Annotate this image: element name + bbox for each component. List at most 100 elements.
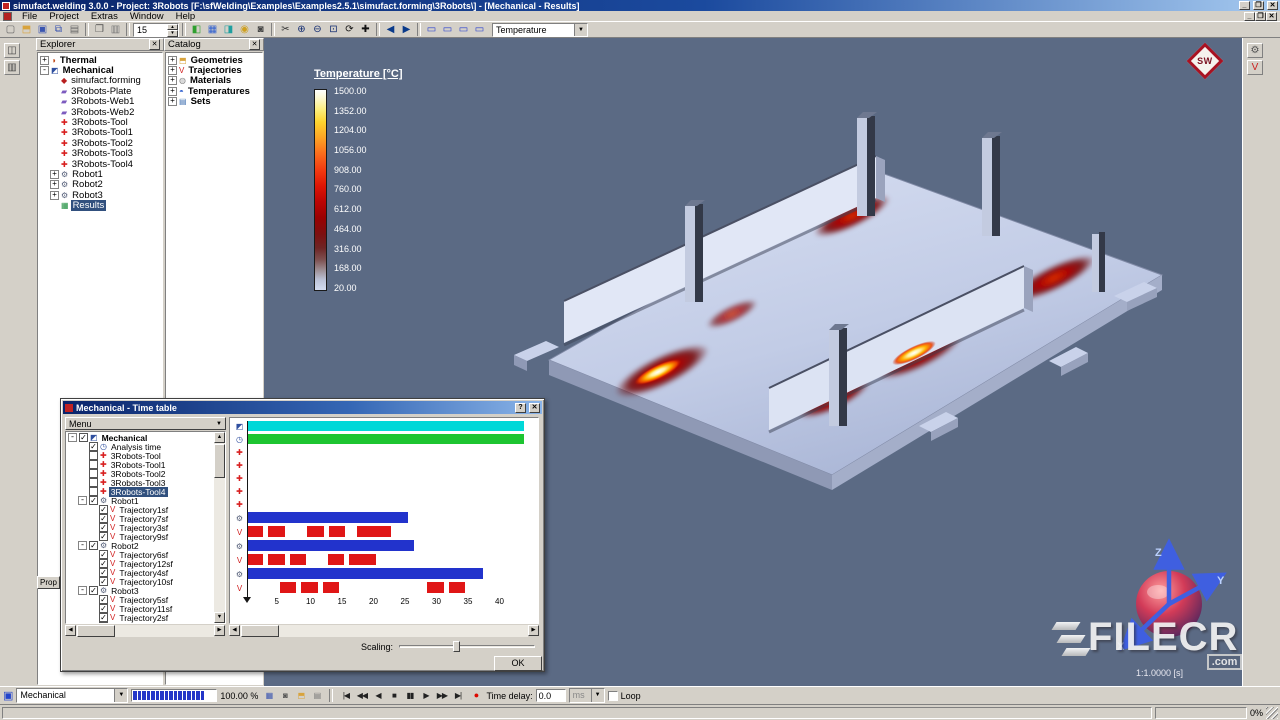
checkbox[interactable]: ✓	[99, 550, 108, 559]
spin-down-icon[interactable]: ▼	[167, 30, 178, 37]
expand-icon[interactable]: +	[168, 87, 177, 96]
pan-view-icon[interactable]: ✚	[358, 23, 373, 37]
expand-icon[interactable]: +	[168, 66, 177, 75]
scroll-up-icon[interactable]: ▲	[214, 432, 225, 443]
gantt-bar[interactable]	[328, 554, 344, 565]
timetable-menu-button[interactable]: Menu ▼	[65, 417, 226, 430]
timetable-window[interactable]: Mechanical - Time table ? ✕ Menu ▼ -✓◩Me…	[60, 398, 545, 672]
gantt-bar[interactable]	[247, 434, 524, 444]
prev-increment-icon[interactable]: ◀	[383, 23, 398, 37]
paste-icon[interactable]: ▥	[108, 23, 123, 37]
explorer-item-3robots-tool2[interactable]: ✚3Robots-Tool2	[39, 138, 162, 148]
expand-icon[interactable]: +	[50, 191, 59, 200]
explorer-item-simufact-forming[interactable]: ◆simufact.forming	[39, 76, 162, 86]
mdi-close-button[interactable]: ✕	[1266, 12, 1277, 21]
explorer-item-robot3[interactable]: +⚙Robot3	[39, 190, 162, 200]
loop-checkbox[interactable]	[608, 691, 618, 701]
grid-view-icon[interactable]: ▦	[261, 689, 276, 703]
increment-combo[interactable]: 15▲▼	[133, 23, 179, 37]
resize-grip[interactable]	[1266, 707, 1278, 719]
checkbox[interactable]: ✓	[99, 532, 108, 541]
clip-plane-z-icon[interactable]: ▭	[456, 23, 471, 37]
gantt-bar[interactable]	[349, 554, 375, 565]
expand-icon[interactable]: +	[168, 76, 177, 85]
properties-tab[interactable]: Prop	[37, 576, 60, 589]
close-button[interactable]: ✕	[1267, 1, 1278, 10]
explorer-item-mechanical[interactable]: -◩Mechanical	[39, 65, 162, 75]
explorer-item-robot1[interactable]: +⚙Robot1	[39, 169, 162, 179]
gantt-bar[interactable]	[247, 512, 408, 523]
explorer-item-3robots-web2[interactable]: ▰3Robots-Web2	[39, 107, 162, 117]
expand-icon[interactable]: +	[40, 56, 49, 65]
increment-spinner[interactable]: ▲▼	[167, 24, 178, 36]
collapse-icon[interactable]: -	[78, 586, 87, 595]
zoom-out-icon[interactable]: ⊖	[310, 23, 325, 37]
gantt-bar[interactable]	[247, 568, 483, 579]
menu-extras[interactable]: Extras	[85, 11, 124, 22]
settings-gear-icon[interactable]: ⚙	[1247, 43, 1263, 58]
checkbox[interactable]: ✓	[89, 442, 98, 451]
explorer-item-3robots-tool1[interactable]: ✚3Robots-Tool1	[39, 128, 162, 138]
fast-rewind-icon[interactable]: ◀◀	[354, 689, 369, 703]
time-delay-input[interactable]	[536, 689, 566, 702]
scroll-right-icon[interactable]: ▶	[214, 625, 225, 636]
zoom-in-icon[interactable]: ⊕	[294, 23, 309, 37]
timetable-titlebar[interactable]: Mechanical - Time table ? ✕	[63, 401, 542, 414]
checkbox[interactable]	[89, 487, 98, 496]
scroll-left-icon[interactable]: ◀	[65, 625, 76, 636]
checkbox[interactable]: ✓	[99, 559, 108, 568]
dock-properties-icon[interactable]: ▥	[4, 60, 20, 75]
cut-plane-icon[interactable]: ✂	[278, 23, 293, 37]
help-button[interactable]: ?	[515, 403, 526, 413]
clip-reset-icon[interactable]: ▭	[472, 23, 487, 37]
close-button[interactable]: ✕	[529, 403, 540, 413]
explorer-item-3robots-plate[interactable]: ▰3Robots-Plate	[39, 86, 162, 96]
gantt-bar[interactable]	[301, 582, 317, 593]
clip-plane-y-icon[interactable]: ▭	[440, 23, 455, 37]
close-icon[interactable]: ✕	[149, 39, 160, 50]
record-icon[interactable]: ●	[468, 689, 483, 703]
scroll-thumb[interactable]	[241, 625, 279, 637]
explorer-header[interactable]: Explorer ✕	[36, 38, 164, 51]
scroll-track[interactable]	[76, 625, 214, 637]
collapse-icon[interactable]: -	[40, 66, 49, 75]
analysis-mode-combo[interactable]: Mechanical ▼	[16, 688, 128, 703]
checkbox[interactable]: ✓	[89, 586, 98, 595]
gantt-bar[interactable]	[280, 582, 296, 593]
scroll-right-icon[interactable]: ▶	[528, 625, 539, 636]
explorer-item-3robots-tool[interactable]: ✚3Robots-Tool	[39, 117, 162, 127]
open-project-icon[interactable]: ⬒	[19, 23, 34, 37]
scroll-down-icon[interactable]: ▼	[214, 612, 225, 623]
catalog-item-geometries[interactable]: +⬒Geometries	[167, 55, 262, 65]
next-increment-icon[interactable]: ▶	[399, 23, 414, 37]
gantt-bar[interactable]	[323, 582, 339, 593]
skip-end-icon[interactable]: ▶|	[450, 689, 465, 703]
catalog-header[interactable]: Catalog ✕	[164, 38, 264, 51]
snapshot-icon[interactable]: ◙	[253, 23, 268, 37]
explorer-item-results[interactable]: ▦Results	[39, 200, 162, 210]
mdi-restore-button[interactable]: ❐	[1255, 12, 1266, 21]
menu-window[interactable]: Window	[124, 11, 170, 22]
scroll-left-icon[interactable]: ◀	[229, 625, 240, 636]
checkbox[interactable]: ✓	[89, 541, 98, 550]
checkbox[interactable]: ✓	[99, 568, 108, 577]
gantt-bar[interactable]	[247, 540, 414, 551]
fast-forward-icon[interactable]: ▶▶	[434, 689, 449, 703]
image-export-icon[interactable]: ◙	[277, 689, 292, 703]
checkbox[interactable]	[89, 469, 98, 478]
checkbox[interactable]	[89, 478, 98, 487]
gantt-bar[interactable]	[357, 526, 391, 537]
light-icon[interactable]: ◉	[237, 23, 252, 37]
pause-icon[interactable]: ▮▮	[402, 689, 417, 703]
gantt-bar[interactable]	[247, 421, 524, 431]
menu-project[interactable]: Project	[43, 11, 85, 22]
slider-track[interactable]	[399, 645, 535, 648]
slider-thumb[interactable]	[453, 641, 460, 652]
result-quantity-combo[interactable]: Temperature▼	[492, 23, 588, 37]
open-result-icon[interactable]: ⬒	[293, 689, 308, 703]
menu-file[interactable]: File	[16, 11, 43, 22]
rotate-view-icon[interactable]: ⟳	[342, 23, 357, 37]
gantt-bar[interactable]	[268, 554, 284, 565]
play-icon[interactable]: ▶	[418, 689, 433, 703]
checkbox[interactable]: ✓	[99, 604, 108, 613]
